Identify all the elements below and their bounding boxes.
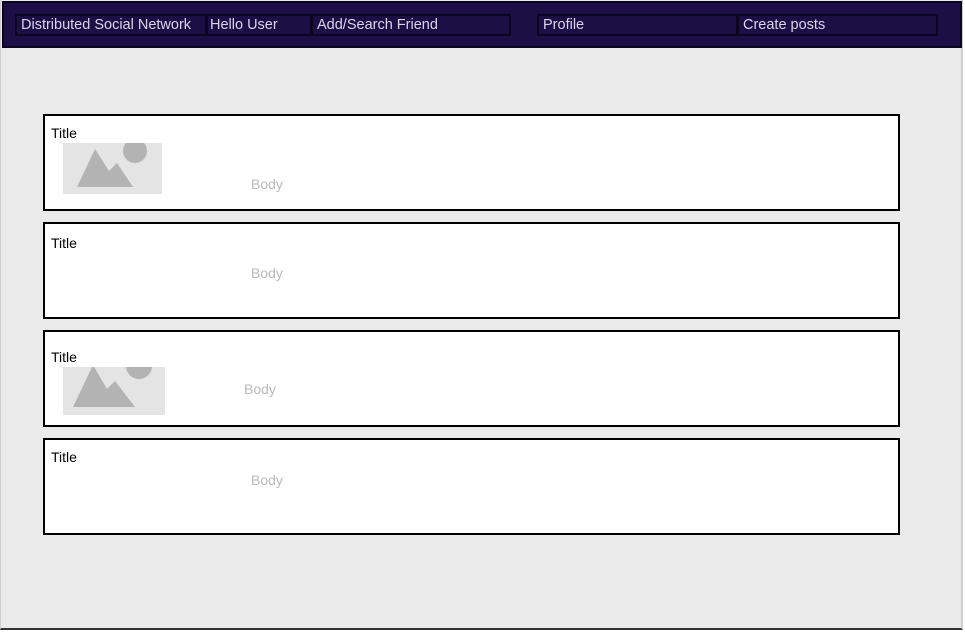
nav-add-search-friend-link[interactable]: Add/Search Friend [311, 14, 511, 36]
brand-title: Distributed Social Network [15, 14, 207, 36]
nav-create-posts-link[interactable]: Create posts [737, 14, 938, 36]
post-title: Title [51, 349, 77, 365]
post-title: Title [51, 449, 77, 465]
post-title: Title [51, 125, 77, 141]
post-body: Body [251, 472, 283, 488]
nav-profile-link[interactable]: Profile [537, 14, 738, 36]
post-card[interactable]: Title Body [43, 222, 900, 319]
image-placeholder-icon [63, 367, 165, 415]
greeting-label: Hello User [206, 14, 312, 36]
post-card[interactable]: Title Body [43, 438, 900, 535]
page: Distributed Social Network Hello User Ad… [0, 0, 963, 630]
post-body: Body [244, 381, 276, 397]
post-body: Body [251, 265, 283, 281]
post-card[interactable]: Title Body [43, 114, 900, 211]
post-body: Body [251, 176, 283, 192]
post-card[interactable]: Title Body [43, 330, 900, 427]
top-navbar: Distributed Social Network Hello User Ad… [2, 1, 962, 48]
image-placeholder-icon [63, 143, 162, 194]
post-title: Title [51, 235, 77, 251]
